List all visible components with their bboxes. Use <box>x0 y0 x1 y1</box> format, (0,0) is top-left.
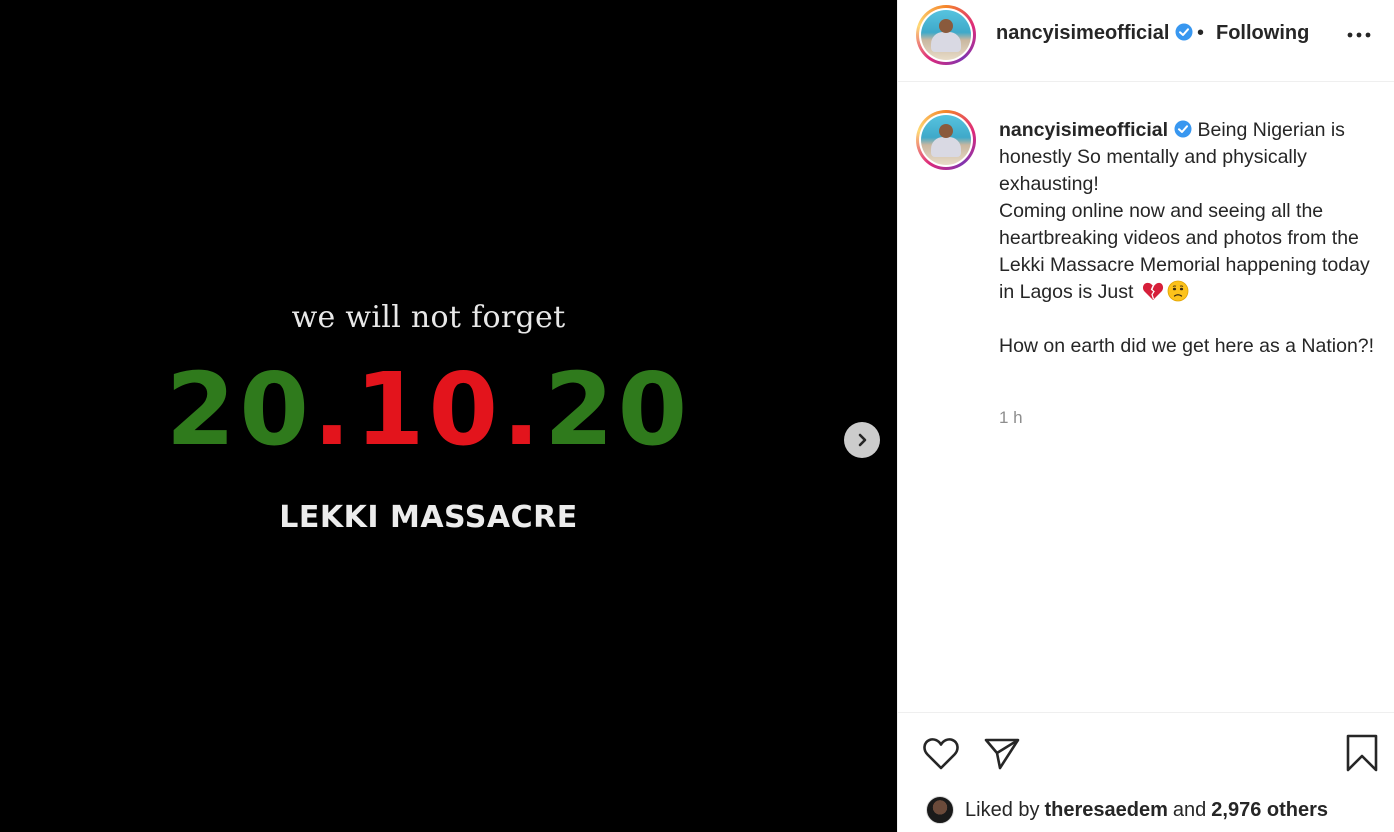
save-button[interactable] <box>1342 733 1382 773</box>
caption-avatar[interactable] <box>916 110 976 170</box>
media-headline: LEKKI MASSACRE <box>279 500 578 535</box>
caption-username[interactable]: nancyisimeofficial <box>999 119 1168 141</box>
header-separator-dot: • <box>1197 22 1205 44</box>
post-media[interactable]: we will not forget 20.10.20 LEKKI MASSAC… <box>0 0 897 832</box>
broken-heart-emoji-icon <box>1142 282 1163 300</box>
date-year: 20 <box>544 351 692 468</box>
header-username: nancyisimeofficial <box>996 22 1170 44</box>
action-bar <box>898 712 1394 792</box>
next-slide-button[interactable] <box>844 422 880 458</box>
media-date: 20.10.20 <box>0 360 857 460</box>
likes-summary: Liked by theresaedem and 2,976 others <box>926 796 1333 824</box>
verified-badge-icon <box>1174 120 1192 138</box>
media-tagline: we will not forget <box>291 300 566 335</box>
header-avatar[interactable] <box>916 5 976 65</box>
heart-icon <box>923 738 959 770</box>
like-button[interactable] <box>921 733 961 773</box>
share-button[interactable] <box>982 733 1022 773</box>
header-username-link[interactable]: nancyisimeofficial <box>996 22 1193 45</box>
more-options-button[interactable] <box>1344 22 1374 48</box>
likes-prefix: Liked by <box>965 798 1040 821</box>
likes-others-link[interactable]: 2,976 others <box>1211 799 1328 822</box>
liker-avatar[interactable] <box>926 796 954 824</box>
likes-and: and <box>1172 798 1207 821</box>
post-header: nancyisimeofficial • Following <box>898 0 1394 82</box>
frowning-face-emoji-icon <box>1167 280 1189 302</box>
date-day: 20 <box>165 351 313 468</box>
caption-line-3: How on earth did we get here as a Nation… <box>999 335 1375 357</box>
post-side-panel: nancyisimeofficial • Following nancyisim… <box>897 0 1394 832</box>
date-month: .10. <box>312 351 545 468</box>
chevron-right-icon <box>858 433 867 447</box>
following-button[interactable]: Following <box>1216 22 1309 45</box>
more-horizontal-icon <box>1347 32 1371 38</box>
caption-text: nancyisimeofficial Being Nigerian is hon… <box>999 117 1379 360</box>
post-timestamp[interactable]: 1 h <box>999 408 1023 428</box>
bookmark-icon <box>1346 734 1378 772</box>
send-icon <box>984 738 1020 770</box>
verified-badge-icon <box>1175 23 1193 41</box>
liker-username[interactable]: theresaedem <box>1045 799 1168 822</box>
